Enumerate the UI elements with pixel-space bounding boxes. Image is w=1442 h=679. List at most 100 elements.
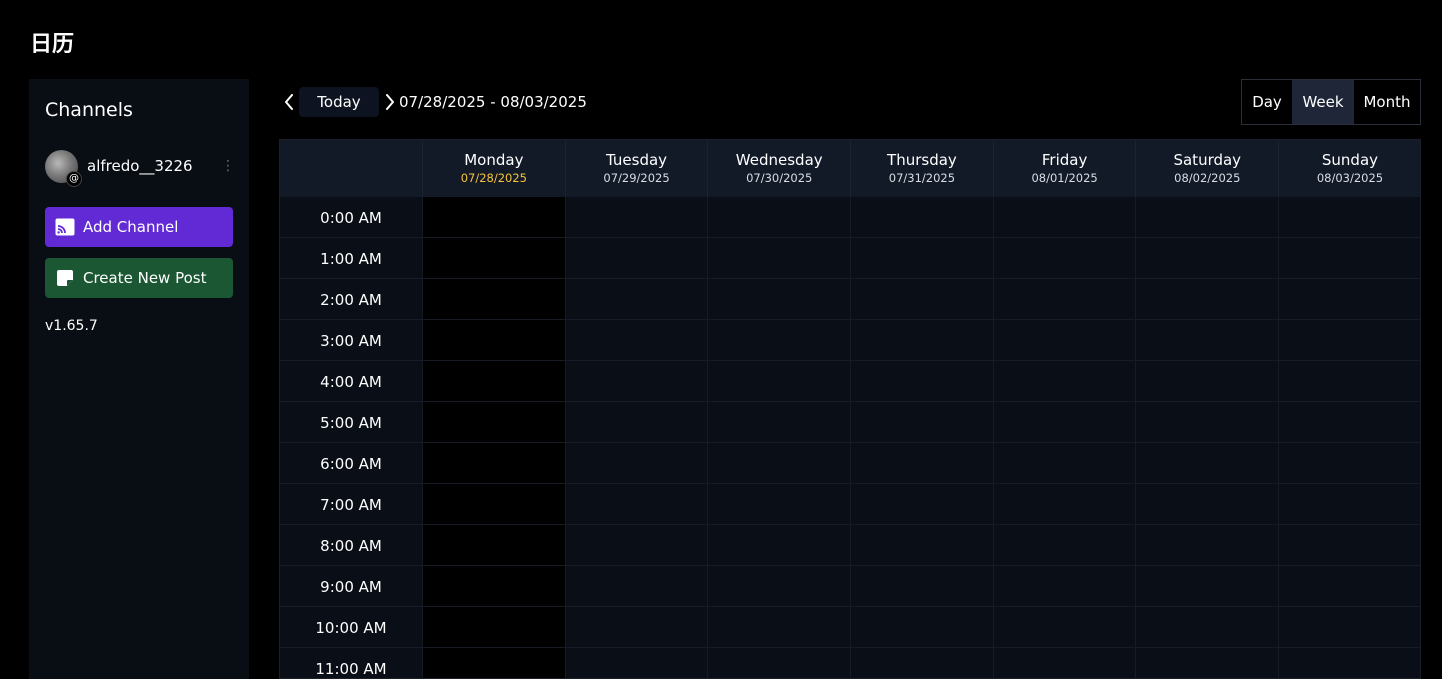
time-slot[interactable] [851, 484, 994, 524]
time-slot[interactable] [851, 238, 994, 278]
time-slot[interactable] [423, 279, 566, 319]
time-slot[interactable] [1136, 566, 1280, 606]
time-slot[interactable] [1279, 402, 1420, 442]
time-slot[interactable] [423, 443, 566, 483]
time-slot[interactable] [423, 238, 566, 278]
time-slot[interactable] [1279, 197, 1420, 237]
day-header-saturday[interactable]: Saturday 08/02/2025 [1136, 140, 1280, 197]
day-header-sunday[interactable]: Sunday 08/03/2025 [1279, 140, 1420, 197]
time-slot[interactable] [994, 443, 1137, 483]
time-slot[interactable] [708, 279, 852, 319]
time-slot[interactable] [1279, 443, 1420, 483]
time-slot[interactable] [1279, 566, 1420, 606]
time-slot[interactable] [566, 525, 709, 565]
time-slot[interactable] [994, 402, 1137, 442]
time-slot[interactable] [566, 607, 709, 647]
time-slot[interactable] [994, 607, 1137, 647]
today-button[interactable]: Today [299, 87, 379, 117]
time-slot[interactable] [851, 525, 994, 565]
time-slot[interactable] [994, 238, 1137, 278]
channel-item[interactable]: @ alfredo__3226 ⋮ [45, 149, 235, 187]
time-slot[interactable] [1136, 238, 1280, 278]
time-slot[interactable] [566, 566, 709, 606]
time-slot[interactable] [994, 484, 1137, 524]
time-slot[interactable] [423, 484, 566, 524]
time-slot[interactable] [1279, 648, 1420, 678]
day-header-tuesday[interactable]: Tuesday 07/29/2025 [566, 140, 709, 197]
time-slot[interactable] [851, 566, 994, 606]
time-slot[interactable] [1136, 607, 1280, 647]
time-slot[interactable] [423, 525, 566, 565]
avatar[interactable]: @ [45, 149, 82, 187]
time-slot[interactable] [994, 320, 1137, 360]
time-slot[interactable] [1136, 525, 1280, 565]
time-slot[interactable] [994, 525, 1137, 565]
time-slot[interactable] [708, 320, 852, 360]
time-slot[interactable] [1279, 607, 1420, 647]
time-slot[interactable] [994, 566, 1137, 606]
time-slot[interactable] [423, 648, 566, 678]
time-slot[interactable] [1279, 279, 1420, 319]
time-slot[interactable] [423, 607, 566, 647]
time-slot[interactable] [994, 648, 1137, 678]
day-header-monday[interactable]: Monday 07/28/2025 [423, 140, 566, 197]
time-slot[interactable] [566, 648, 709, 678]
time-slot[interactable] [423, 566, 566, 606]
time-slot[interactable] [1279, 361, 1420, 401]
time-slot[interactable] [994, 279, 1137, 319]
time-slot[interactable] [851, 402, 994, 442]
time-slot[interactable] [1136, 320, 1280, 360]
time-slot[interactable] [566, 279, 709, 319]
time-slot[interactable] [851, 648, 994, 678]
time-slot[interactable] [851, 197, 994, 237]
time-slot[interactable] [423, 402, 566, 442]
time-slot[interactable] [708, 648, 852, 678]
time-slot[interactable] [994, 361, 1137, 401]
view-week-button[interactable]: Week [1292, 80, 1354, 124]
previous-week-button[interactable] [280, 90, 298, 114]
create-post-button[interactable]: Create New Post [45, 258, 233, 298]
time-slot[interactable] [1279, 484, 1420, 524]
time-slot[interactable] [708, 607, 852, 647]
day-header-wednesday[interactable]: Wednesday 07/30/2025 [708, 140, 852, 197]
time-slot[interactable] [1136, 402, 1280, 442]
time-slot[interactable] [708, 402, 852, 442]
time-slot[interactable] [708, 525, 852, 565]
next-week-button[interactable] [381, 90, 399, 114]
time-slot[interactable] [1136, 443, 1280, 483]
time-slot[interactable] [423, 320, 566, 360]
time-slot[interactable] [566, 238, 709, 278]
day-header-thursday[interactable]: Thursday 07/31/2025 [851, 140, 994, 197]
time-slot[interactable] [1279, 525, 1420, 565]
time-slot[interactable] [708, 566, 852, 606]
time-slot[interactable] [1136, 648, 1280, 678]
time-slot[interactable] [851, 320, 994, 360]
time-slot[interactable] [851, 607, 994, 647]
time-slot[interactable] [708, 484, 852, 524]
time-slot[interactable] [423, 361, 566, 401]
day-header-friday[interactable]: Friday 08/01/2025 [994, 140, 1137, 197]
time-slot[interactable] [708, 361, 852, 401]
time-slot[interactable] [708, 238, 852, 278]
time-slot[interactable] [1279, 238, 1420, 278]
time-slot[interactable] [566, 402, 709, 442]
time-slot[interactable] [566, 197, 709, 237]
time-slot[interactable] [1136, 279, 1280, 319]
more-options-icon[interactable]: ⋮ [221, 159, 235, 173]
time-slot[interactable] [851, 279, 994, 319]
time-slot[interactable] [1279, 320, 1420, 360]
add-channel-button[interactable]: Add Channel [45, 207, 233, 247]
time-slot[interactable] [1136, 197, 1280, 237]
time-slot[interactable] [566, 320, 709, 360]
time-slot[interactable] [566, 484, 709, 524]
time-slot[interactable] [566, 361, 709, 401]
view-day-button[interactable]: Day [1242, 80, 1292, 124]
time-slot[interactable] [851, 443, 994, 483]
time-slot[interactable] [423, 197, 566, 237]
time-slot[interactable] [708, 197, 852, 237]
time-slot[interactable] [708, 443, 852, 483]
time-slot[interactable] [1136, 484, 1280, 524]
time-slot[interactable] [851, 361, 994, 401]
time-slot[interactable] [566, 443, 709, 483]
time-slot[interactable] [1136, 361, 1280, 401]
